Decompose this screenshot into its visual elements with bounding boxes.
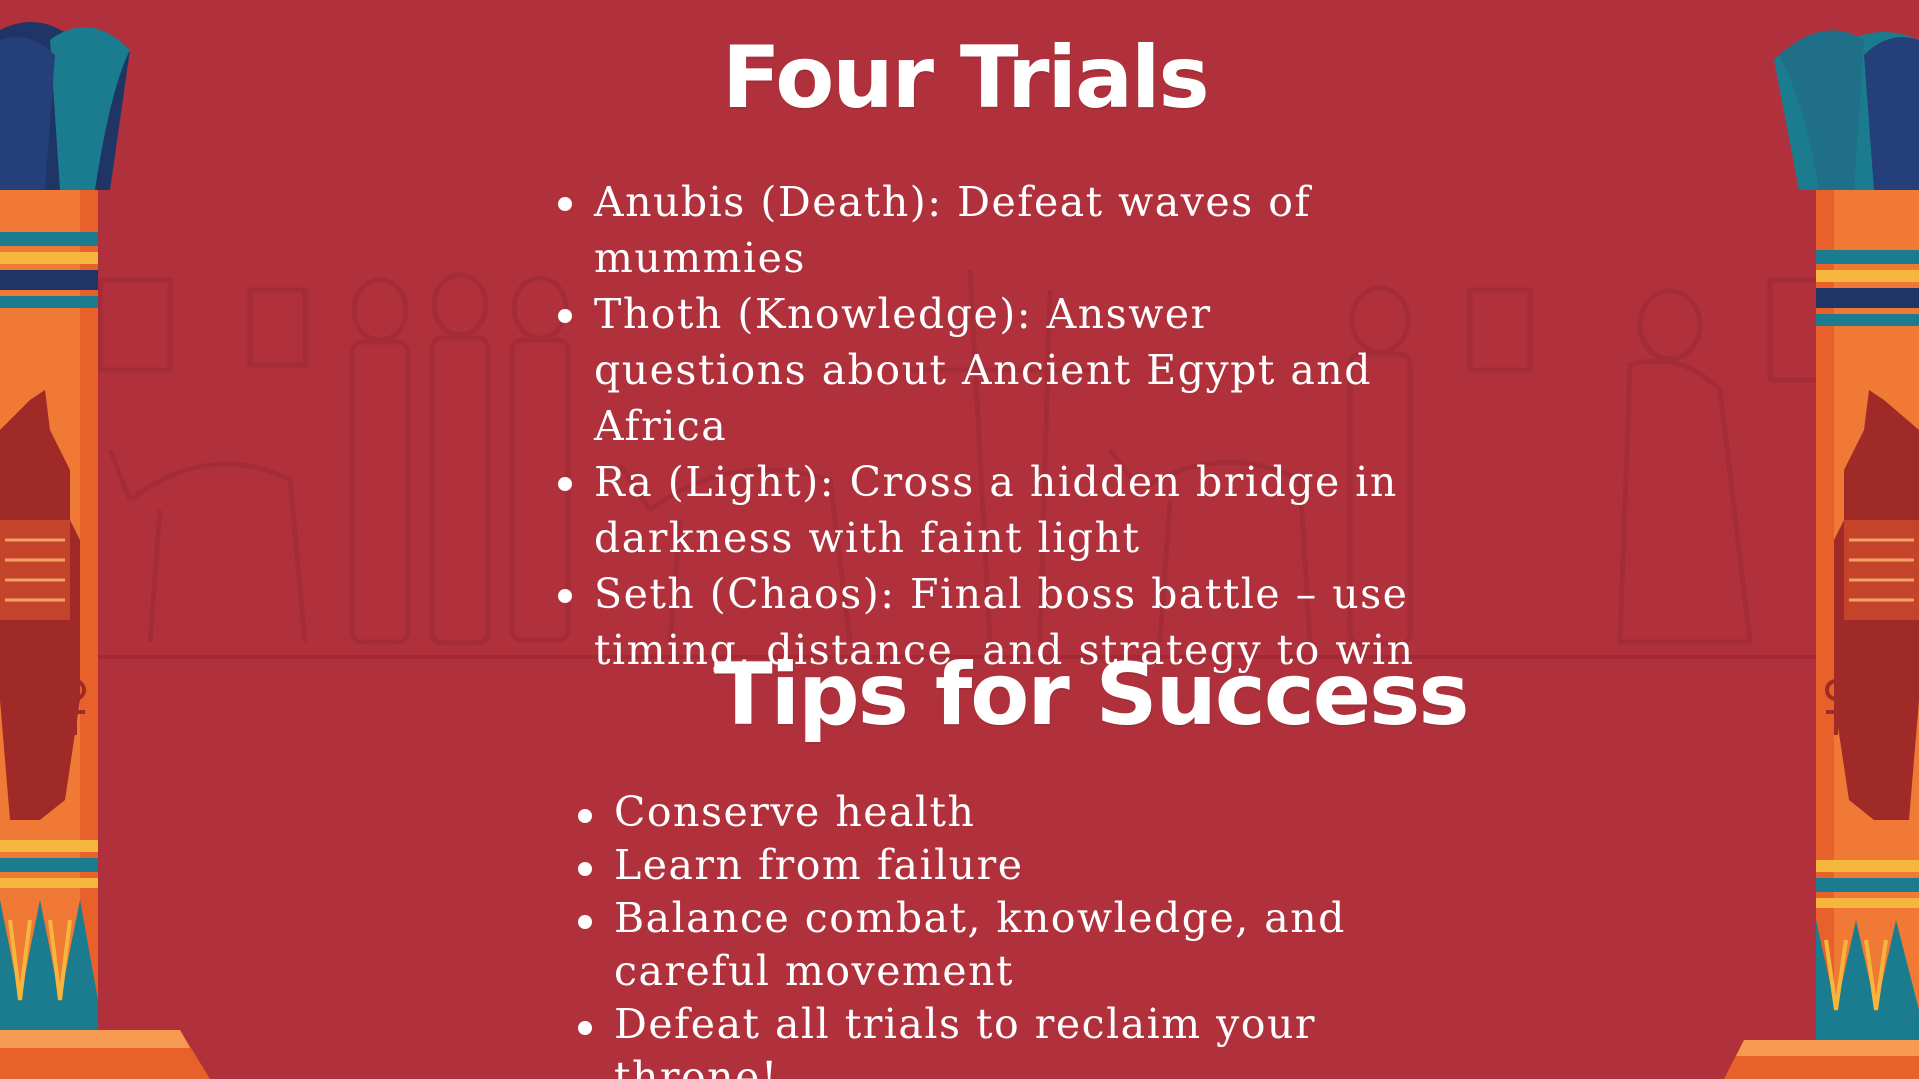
list-item: Balance combat, knowledge, and careful m…	[576, 892, 1436, 998]
tips-list: Conserve health Learn from failure Balan…	[576, 786, 1436, 1079]
list-item: Anubis (Death): Defeat waves of mummies	[556, 174, 1416, 286]
right-pillar-icon	[1724, 30, 1919, 1079]
list-item: Ra (Light): Cross a hidden bridge in dar…	[556, 454, 1416, 566]
list-item: Thoth (Knowledge): Answer questions abou…	[556, 286, 1416, 454]
list-item: Learn from failure	[576, 839, 1436, 892]
slide: Four Trials Anubis (Death): Defeat waves…	[0, 0, 1919, 1079]
trials-list: Anubis (Death): Defeat waves of mummies …	[556, 174, 1416, 678]
list-item: Conserve health	[576, 786, 1436, 839]
list-item: Defeat all trials to reclaim your throne…	[576, 998, 1436, 1079]
four-trials-heading: Four Trials	[722, 28, 1210, 128]
tips-heading: Tips for Success	[714, 645, 1470, 745]
left-pillar-icon	[0, 22, 210, 1079]
